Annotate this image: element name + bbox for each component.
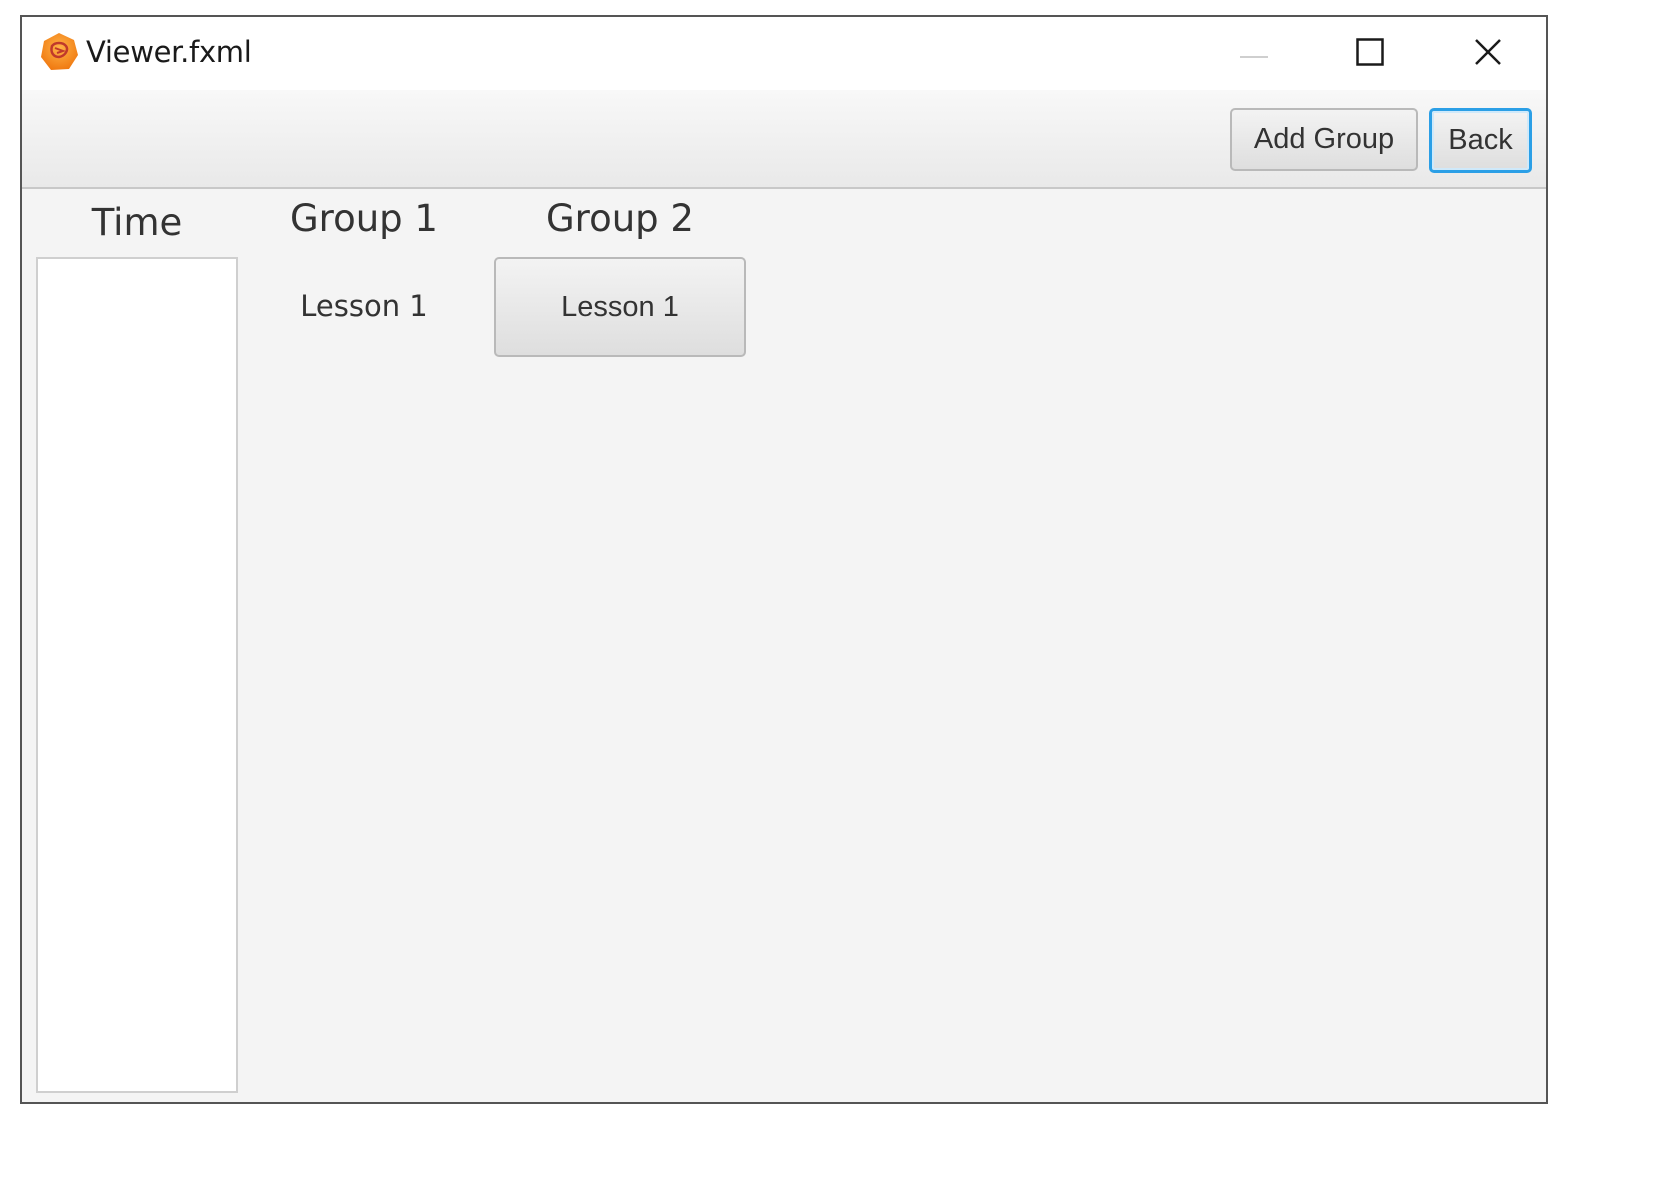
minimize-button[interactable]: [1196, 17, 1312, 90]
time-list[interactable]: [36, 257, 238, 1093]
close-icon: [1474, 38, 1502, 70]
minimize-icon: [1240, 44, 1268, 63]
window-title: Viewer.fxml: [86, 35, 252, 69]
toolbar: Add Group Back: [22, 90, 1546, 189]
maximize-icon: [1356, 37, 1384, 70]
schedule-view: Time Group 1 Group 2 Lesson 1 Lesson 1: [22, 189, 1546, 1102]
time-column-header: Time: [91, 201, 183, 244]
app-window: Viewer.fxml Add Group Back Time Group 1: [20, 15, 1548, 1104]
app-icon: [38, 31, 80, 73]
group-1-lesson-label[interactable]: Lesson 1: [284, 289, 444, 323]
close-button[interactable]: [1430, 17, 1546, 90]
title-bar[interactable]: Viewer.fxml: [22, 17, 1546, 90]
back-button[interactable]: Back: [1429, 108, 1532, 173]
add-group-button[interactable]: Add Group: [1230, 108, 1418, 171]
group-2-header: Group 2: [546, 197, 694, 240]
maximize-button[interactable]: [1312, 17, 1428, 90]
group-1-header: Group 1: [290, 197, 438, 240]
group-2-lesson-button[interactable]: Lesson 1: [494, 257, 746, 357]
